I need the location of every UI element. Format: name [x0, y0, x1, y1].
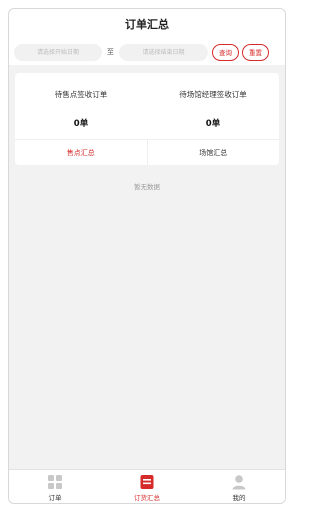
query-button[interactable]: 查询 — [212, 43, 239, 61]
tabbar-label: 订货汇总 — [134, 494, 160, 502]
tabbar-item-profile[interactable]: 我的 — [193, 470, 285, 503]
summary-tabs: 售点汇总 场馆汇总 — [15, 139, 279, 165]
tabbar-item-orders[interactable]: 订单 — [9, 470, 101, 503]
page-title: 订单汇总 — [125, 18, 169, 31]
start-date-input[interactable] — [14, 43, 102, 61]
date-filter-bar: 至 查询 重置 — [9, 39, 285, 65]
reset-button[interactable]: 重置 — [242, 43, 269, 61]
bottom-tab-bar: 订单 订货汇总 我的 — [9, 469, 285, 503]
app-screen: 订单汇总 至 查询 重置 待售点签收订单 0单 待场馆经理签收订单 0单 售点汇… — [8, 8, 286, 504]
tab-outlet-summary[interactable]: 售点汇总 — [15, 140, 147, 165]
tabbar-label: 我的 — [232, 494, 246, 502]
stat-value: 0单 — [205, 119, 221, 129]
date-range-separator: 至 — [107, 48, 114, 56]
summary-icon — [139, 474, 155, 490]
end-date-input[interactable] — [119, 43, 208, 61]
summary-card: 待售点签收订单 0单 待场馆经理签收订单 0单 售点汇总 场馆汇总 — [15, 73, 279, 165]
navigation-bar: 订单汇总 — [9, 9, 285, 39]
stat-value: 0单 — [73, 119, 89, 129]
person-icon — [231, 474, 247, 490]
tabbar-item-order-summary[interactable]: 订货汇总 — [101, 470, 193, 503]
stat-label: 待售点签收订单 — [54, 90, 108, 99]
stat-pending-manager: 待场馆经理签收订单 0单 — [147, 73, 279, 139]
tabbar-label: 订单 — [48, 494, 62, 502]
stat-pending-outlet: 待售点签收订单 0单 — [15, 73, 147, 139]
grid-icon — [47, 474, 63, 490]
stats-row: 待售点签收订单 0单 待场馆经理签收订单 0单 — [15, 73, 279, 139]
empty-state-text: 暂无数据 — [134, 183, 160, 191]
stat-label: 待场馆经理签收订单 — [179, 90, 247, 99]
tab-venue-summary[interactable]: 场馆汇总 — [146, 140, 280, 165]
